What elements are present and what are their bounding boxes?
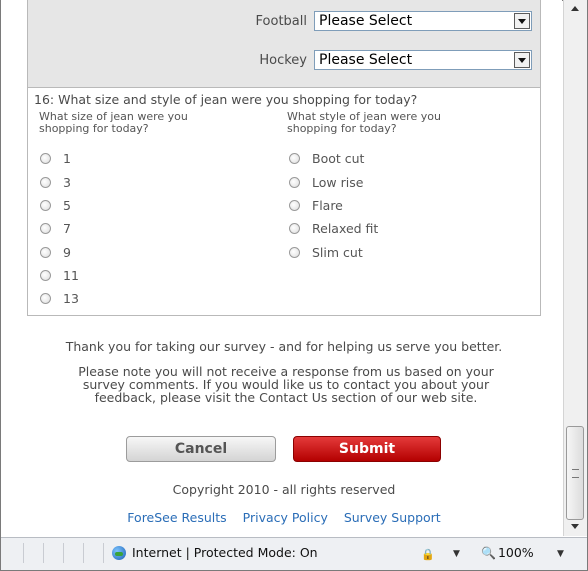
size-column-header: What size of jean were you shopping for … [39, 110, 188, 135]
submit-button[interactable]: Submit [293, 436, 441, 462]
size-option[interactable]: 13 [40, 290, 79, 306]
survey-support-link[interactable]: Survey Support [344, 510, 441, 525]
chevron-down-icon[interactable] [514, 13, 530, 29]
zoom-level: 100% [497, 545, 534, 560]
size-option[interactable]: 7 [40, 220, 71, 236]
protected-mode-icon[interactable]: 🔒 [421, 548, 435, 561]
hockey-select[interactable]: Please Select [314, 50, 532, 70]
style-option-label: Low rise [312, 174, 364, 190]
size-option[interactable]: 9 [40, 244, 71, 260]
security-zone[interactable]: Internet | Protected Mode: On [112, 545, 318, 560]
grip-icon [572, 469, 579, 478]
style-option-label: Slim cut [312, 244, 363, 260]
radio-button[interactable] [40, 246, 51, 258]
football-select[interactable]: Please Select [314, 11, 532, 31]
globe-icon [112, 545, 126, 560]
thank-you-text: Thank you for taking our survey - and fo… [65, 339, 503, 354]
size-option[interactable]: 11 [40, 267, 79, 283]
size-option-label: 3 [63, 174, 71, 190]
football-row: Football Please Select [256, 10, 532, 32]
vertical-scrollbar[interactable] [563, 0, 587, 536]
copyright-text: Copyright 2010 - all rights reserved [172, 482, 396, 497]
size-option-label: 9 [63, 244, 71, 260]
radio-button[interactable] [40, 292, 51, 304]
radio-button[interactable] [289, 222, 300, 234]
survey-page: Football Please Select Hockey Please Sel… [1, 0, 562, 536]
style-option-label: Flare [312, 197, 343, 213]
radio-button[interactable] [40, 199, 51, 211]
privacy-policy-link[interactable]: Privacy Policy [243, 510, 328, 525]
hockey-select-value: Please Select [319, 52, 413, 68]
radio-button[interactable] [289, 152, 300, 164]
radio-button[interactable] [289, 246, 300, 258]
style-option[interactable]: Flare [289, 197, 343, 213]
style-column-header: What style of jean were you shopping for… [287, 110, 441, 135]
footer-links: ForeSee Results Privacy Policy Survey Su… [27, 510, 541, 525]
security-zone-label: Internet | Protected Mode: On [132, 545, 318, 560]
status-cell [43, 543, 64, 563]
hockey-row: Hockey Please Select [259, 49, 532, 71]
question-title: 16: What size and style of jean were you… [34, 92, 418, 107]
style-option[interactable]: Boot cut [289, 150, 364, 166]
style-option[interactable]: Slim cut [289, 244, 363, 260]
size-option-label: 7 [63, 220, 71, 236]
radio-button[interactable] [40, 152, 51, 164]
chevron-down-icon[interactable]: ▼ [557, 549, 564, 559]
style-option[interactable]: Low rise [289, 174, 363, 190]
football-label: Football [255, 13, 307, 29]
style-option-label: Relaxed fit [312, 220, 379, 236]
size-option[interactable]: 1 [40, 150, 71, 166]
size-option-label: 13 [63, 290, 79, 306]
radio-button[interactable] [40, 176, 51, 188]
style-option-label: Boot cut [312, 150, 365, 166]
sports-section: Football Please Select Hockey Please Sel… [27, 0, 541, 88]
radio-button[interactable] [40, 269, 51, 281]
question-16: 16: What size and style of jean were you… [27, 88, 541, 316]
scroll-up-arrow-icon[interactable] [566, 0, 584, 18]
cancel-button[interactable]: Cancel [126, 436, 276, 462]
style-option[interactable]: Relaxed fit [289, 220, 378, 236]
size-option-label: 5 [63, 197, 71, 213]
size-option-label: 1 [63, 150, 71, 166]
chevron-down-icon[interactable] [514, 52, 530, 68]
hockey-label: Hockey [259, 52, 307, 68]
response-note: Please note you will not receive a respo… [78, 364, 494, 405]
size-option[interactable]: 3 [40, 174, 71, 190]
scrollbar-thumb[interactable] [566, 426, 584, 520]
chevron-down-icon[interactable]: ▼ [453, 549, 460, 559]
status-cell [1, 543, 24, 563]
status-cell [63, 543, 84, 563]
football-select-value: Please Select [319, 13, 413, 29]
status-cell [83, 543, 104, 563]
foresee-results-link[interactable]: ForeSee Results [127, 510, 226, 525]
status-bar: Internet | Protected Mode: On 🔒 ▼ 🔍 100%… [1, 537, 587, 570]
size-option-label: 11 [63, 267, 79, 283]
radio-button[interactable] [289, 199, 300, 211]
zoom-control[interactable]: 🔍 100% [481, 545, 534, 560]
scroll-down-arrow-icon[interactable] [566, 518, 584, 536]
size-option[interactable]: 5 [40, 197, 71, 213]
zoom-icon: 🔍 [481, 545, 496, 560]
status-cell [23, 543, 44, 563]
radio-button[interactable] [289, 176, 300, 188]
radio-button[interactable] [40, 222, 51, 234]
